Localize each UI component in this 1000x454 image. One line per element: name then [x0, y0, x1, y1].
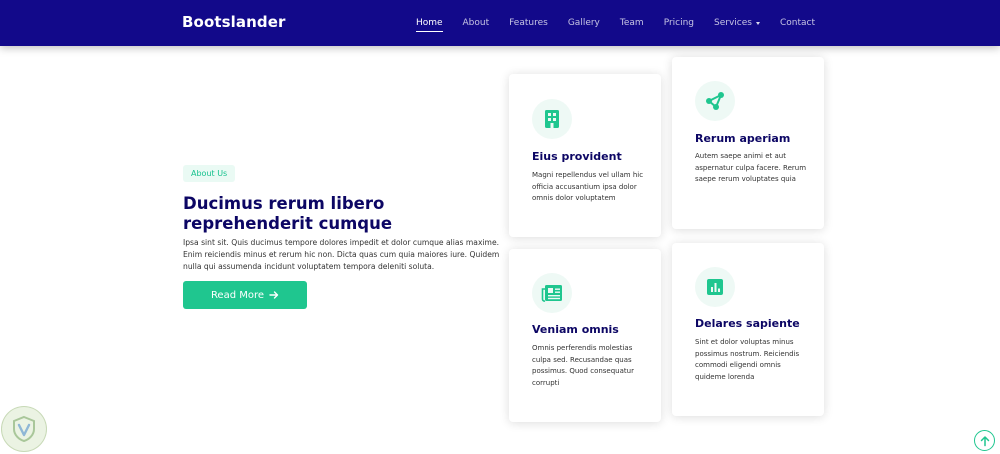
feature-card-veniam-omnis: Veniam omnis Omnis perferendis molestias…: [509, 249, 661, 422]
nav-about[interactable]: About: [463, 18, 490, 28]
feature-text: Sint et dolor voluptas minus possimus no…: [695, 338, 800, 382]
arrow-right-icon: [269, 291, 279, 299]
feature-text: Autem saepe animi et aut aspernatur culp…: [695, 152, 807, 184]
bar-chart-icon: [695, 267, 735, 307]
arrow-up-circle-icon: [980, 435, 989, 446]
chevron-down-icon: [755, 21, 760, 25]
feature-title: Eius provident: [532, 150, 622, 163]
read-more-label: Read More: [210, 289, 265, 301]
feature-title: Rerum aperiam: [695, 132, 791, 145]
section-badge: About Us: [183, 165, 236, 182]
newspaper-icon: [532, 273, 572, 313]
feature-card-eius-provident: Eius provident Magni repellendus vel ull…: [509, 74, 661, 237]
nav-services-label: Services: [714, 18, 752, 28]
feature-card-delares-sapiente: Delares sapiente Sint et dolor voluptas …: [672, 243, 824, 416]
share-nodes-icon: [695, 81, 735, 121]
read-more-button[interactable]: Read More: [183, 281, 307, 309]
back-to-top-button[interactable]: [974, 430, 995, 451]
brand-logo[interactable]: Bootslander: [182, 13, 286, 31]
section-title: Ducimus rerum libero reprehenderit cumqu…: [183, 194, 393, 233]
shield-logo-icon: [1, 406, 47, 452]
feature-title: Delares sapiente: [695, 317, 800, 330]
nav-team[interactable]: Team: [620, 18, 644, 28]
nav-services-dropdown[interactable]: Services: [714, 18, 760, 28]
section-description: Ipsa sint sit. Quis ducimus tempore dolo…: [183, 238, 500, 272]
main-nav: Home About Features Gallery Team Pricing…: [396, 0, 815, 46]
feature-text: Magni repellendus vel ullam hic officia …: [532, 171, 644, 203]
feature-text: Omnis perferendis molestias culpa sed. R…: [532, 344, 634, 388]
nav-contact[interactable]: Contact: [780, 18, 815, 28]
building-icon: [532, 99, 572, 139]
nav-features[interactable]: Features: [509, 18, 548, 28]
nav-home[interactable]: Home: [415, 18, 443, 32]
site-header: Bootslander Home About Features Gallery …: [0, 0, 1000, 46]
feature-title: Veniam omnis: [532, 323, 619, 336]
nav-pricing[interactable]: Pricing: [664, 18, 694, 28]
nav-gallery[interactable]: Gallery: [568, 18, 600, 28]
feature-card-rerum-aperiam: Rerum aperiam Autem saepe animi et aut a…: [672, 57, 824, 229]
